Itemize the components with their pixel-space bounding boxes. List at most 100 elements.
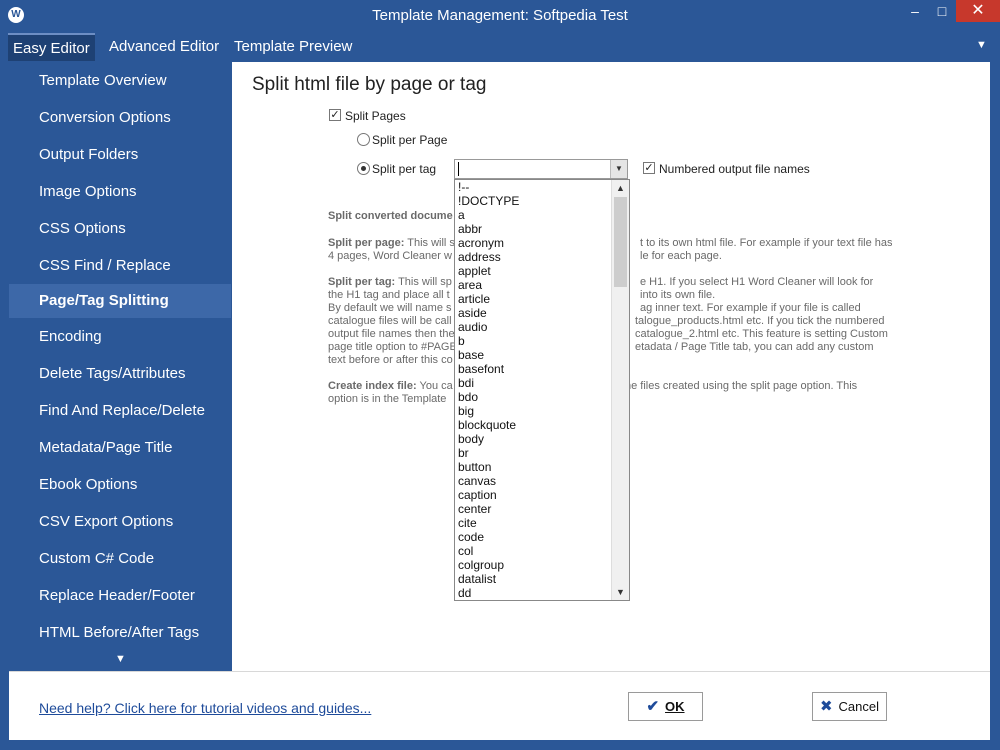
sidebar-item-replace-header-footer[interactable]: Replace Header/Footer — [9, 579, 231, 613]
tag-option[interactable]: aside — [455, 306, 611, 320]
split-pages-checkbox[interactable]: ✓ — [329, 109, 341, 121]
desc-per-tag-line5-right: catalogue_2.html etc. This feature is se… — [635, 328, 888, 340]
tab-template-preview[interactable]: Template Preview — [229, 33, 357, 61]
page-title: Split html file by page or tag — [252, 74, 487, 95]
tag-options: !-- !DOCTYPE a abbr acronym address applet area… — [455, 180, 611, 600]
sidebar-item-html-before-after-tags[interactable]: HTML Before/After Tags — [9, 616, 231, 650]
desc-text: This will sp — [395, 276, 452, 288]
desc-per-page-line2: 4 pages, Word Cleaner w — [328, 250, 452, 262]
scroll-down-icon[interactable]: ▼ — [612, 584, 629, 600]
desc-per-tag-line6: page title option to #PAGE — [328, 341, 457, 353]
sidebar-item-custom-csharp-code[interactable]: Custom C# Code — [9, 542, 231, 576]
desc-per-page-line2-right: le for each page. — [640, 250, 722, 262]
dropdown-scrollbar[interactable]: ▲ ▼ — [611, 180, 629, 600]
tag-option[interactable]: acronym — [455, 236, 611, 250]
maximize-button[interactable]: □ — [928, 0, 956, 22]
desc-per-tag-line4-right: talogue_products.html etc. If you tick t… — [635, 315, 885, 327]
sidebar-item-image-options[interactable]: Image Options — [9, 175, 231, 209]
tab-easy-editor[interactable]: Easy Editor — [8, 33, 95, 61]
tag-select-combo[interactable]: ▼ — [454, 159, 628, 179]
sidebar-item-css-find-replace[interactable]: CSS Find / Replace — [9, 249, 231, 283]
sidebar-item-output-folders[interactable]: Output Folders — [9, 138, 231, 172]
checkmark-icon: ✔ — [646, 698, 660, 715]
tag-option[interactable]: !-- — [455, 180, 611, 194]
sidebar-item-ebook-options[interactable]: Ebook Options — [9, 468, 231, 502]
split-per-page-radio[interactable] — [357, 133, 370, 146]
tag-option[interactable]: applet — [455, 264, 611, 278]
tag-option[interactable]: bdi — [455, 376, 611, 390]
tab-advanced-editor[interactable]: Advanced Editor — [104, 33, 224, 61]
sidebar-item-csv-export-options[interactable]: CSV Export Options — [9, 505, 231, 539]
desc-label: Split per page: — [328, 237, 405, 249]
desc-per-tag-line1: Split per tag: This will sp — [328, 276, 452, 289]
tag-option[interactable]: code — [455, 530, 611, 544]
desc-index-line1-right: he files created using the split page op… — [625, 380, 858, 392]
ok-label: OK — [665, 699, 685, 714]
tag-option[interactable]: address — [455, 250, 611, 264]
sidebar-item-conversion-options[interactable]: Conversion Options — [9, 101, 231, 135]
tag-option[interactable]: big — [455, 404, 611, 418]
tag-option[interactable]: cite — [455, 516, 611, 530]
split-per-tag-label: Split per tag — [372, 162, 437, 176]
desc-per-tag-line7: text before or after this co — [328, 354, 453, 366]
chevron-down-icon[interactable]: ▼ — [976, 39, 987, 51]
editor-tab-bar: Easy Editor Advanced Editor Template Pre… — [0, 30, 1000, 61]
title-bar: W Template Management: Softpedia Test – … — [0, 0, 1000, 30]
tag-option[interactable]: button — [455, 460, 611, 474]
desc-per-tag-line4: catalogue files will be call — [328, 315, 452, 327]
help-link[interactable]: Need help? Click here for tutorial video… — [39, 700, 371, 716]
sidebar-item-metadata-page-title[interactable]: Metadata/Page Title — [9, 431, 231, 465]
tag-option[interactable]: col — [455, 544, 611, 558]
description-heading: Split converted docume — [328, 210, 453, 222]
tag-option[interactable]: blockquote — [455, 418, 611, 432]
scroll-down-icon[interactable]: ▼ — [115, 653, 126, 665]
tag-option[interactable]: dd — [455, 586, 611, 600]
split-per-tag-radio[interactable] — [357, 162, 370, 175]
sidebar-item-template-overview[interactable]: Template Overview — [9, 64, 231, 98]
tag-option[interactable]: canvas — [455, 474, 611, 488]
radio-selected-dot — [361, 166, 366, 171]
tag-option[interactable]: colgroup — [455, 558, 611, 572]
cancel-label: Cancel — [838, 699, 880, 714]
desc-per-tag-line3-right: ag inner text. For example if your file … — [640, 302, 861, 314]
scroll-up-icon[interactable]: ▲ — [612, 180, 629, 196]
tag-option[interactable]: abbr — [455, 222, 611, 236]
tag-option[interactable]: basefont — [455, 362, 611, 376]
tag-option[interactable]: body — [455, 432, 611, 446]
numbered-names-checkbox[interactable]: ✓ — [643, 162, 655, 174]
sidebar-item-find-replace-delete[interactable]: Find And Replace/Delete — [9, 394, 231, 428]
desc-index-line1: Create index file: You ca — [328, 380, 453, 393]
sidebar-item-encoding[interactable]: Encoding — [9, 320, 231, 354]
numbered-names-label: Numbered output file names — [659, 162, 810, 176]
tag-option[interactable]: bdo — [455, 390, 611, 404]
sidebar-item-page-tag-splitting[interactable]: Page/Tag Splitting — [9, 284, 231, 318]
chevron-down-icon[interactable]: ▼ — [610, 160, 627, 178]
x-icon: ✖ — [819, 698, 833, 715]
desc-text: You ca — [416, 380, 453, 392]
split-per-page-label: Split per Page — [372, 133, 448, 147]
desc-index-line2: option is in the Template — [328, 393, 447, 405]
dialog-footer: Need help? Click here for tutorial video… — [9, 671, 990, 740]
ok-button[interactable]: ✔ OK — [628, 692, 703, 721]
tag-option[interactable]: center — [455, 502, 611, 516]
sidebar-item-css-options[interactable]: CSS Options — [9, 212, 231, 246]
close-button[interactable]: ✕ — [956, 0, 1000, 22]
tag-option[interactable]: a — [455, 208, 611, 222]
minimize-button[interactable]: – — [902, 0, 928, 22]
tag-option[interactable]: datalist — [455, 572, 611, 586]
cancel-button[interactable]: ✖ Cancel — [812, 692, 887, 721]
sidebar: Template Overview Conversion Options Out… — [9, 62, 231, 671]
sidebar-item-delete-tags-attributes[interactable]: Delete Tags/Attributes — [9, 357, 231, 391]
desc-per-tag-line6-right: etadata / Page Title tab, you can add an… — [635, 341, 874, 353]
tag-option[interactable]: audio — [455, 320, 611, 334]
tag-option[interactable]: br — [455, 446, 611, 460]
tag-option[interactable]: base — [455, 348, 611, 362]
scrollbar-thumb[interactable] — [614, 197, 627, 287]
tag-option[interactable]: caption — [455, 488, 611, 502]
tag-option[interactable]: area — [455, 278, 611, 292]
tag-option[interactable]: article — [455, 292, 611, 306]
tag-dropdown-list[interactable]: !-- !DOCTYPE a abbr acronym address applet area… — [454, 179, 630, 601]
tag-option[interactable]: !DOCTYPE — [455, 194, 611, 208]
tag-option[interactable]: b — [455, 334, 611, 348]
desc-label: Create index file: — [328, 380, 417, 392]
